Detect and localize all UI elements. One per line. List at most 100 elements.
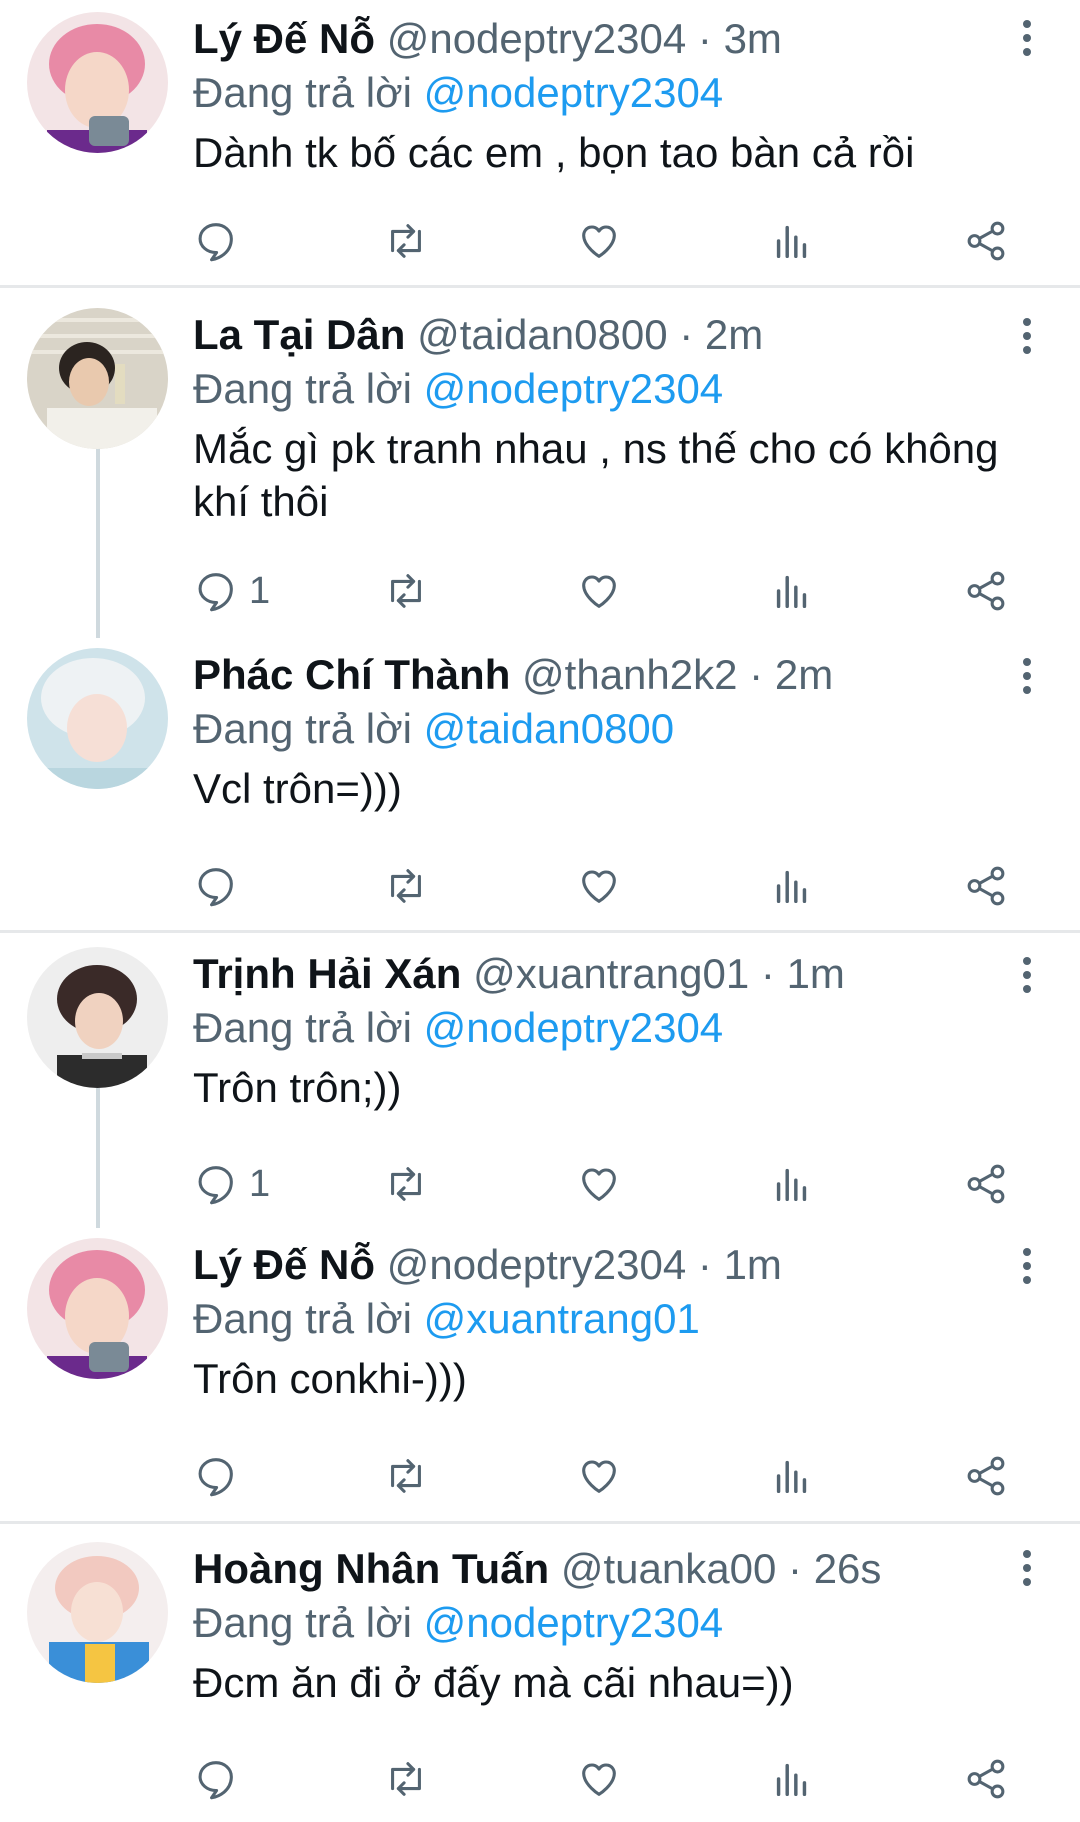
reply-count: 1 bbox=[249, 1162, 271, 1205]
like-button[interactable] bbox=[576, 861, 622, 911]
heart-icon bbox=[582, 1763, 616, 1796]
action-bar: 1 bbox=[193, 566, 1023, 616]
reply-button[interactable] bbox=[193, 1754, 249, 1804]
like-button[interactable] bbox=[576, 1754, 622, 1804]
author-handle[interactable]: @nodeptry2304 bbox=[387, 15, 687, 62]
separator: · bbox=[697, 1241, 712, 1288]
like-button[interactable] bbox=[576, 1159, 622, 1209]
author-name[interactable]: La Tại Dân bbox=[193, 311, 405, 358]
author-handle[interactable]: @xuantrang01 bbox=[473, 950, 749, 997]
reply-mention[interactable]: @xuantrang01 bbox=[424, 1295, 700, 1342]
views-button[interactable] bbox=[769, 566, 815, 616]
action-bar bbox=[193, 216, 1023, 266]
share-button[interactable] bbox=[963, 1159, 1009, 1209]
share-button[interactable] bbox=[963, 1451, 1009, 1501]
retweet-button[interactable] bbox=[383, 566, 429, 616]
reply-mention[interactable]: @nodeptry2304 bbox=[424, 365, 724, 412]
views-button[interactable] bbox=[769, 1451, 815, 1501]
reply-prefix: Đang trả lời bbox=[193, 1295, 412, 1342]
analytics-icon bbox=[776, 1168, 807, 1202]
retweet-icon bbox=[391, 1762, 421, 1796]
reply-button[interactable] bbox=[193, 216, 249, 266]
author-name[interactable]: Trịnh Hải Xán bbox=[193, 950, 461, 997]
retweet-button[interactable] bbox=[383, 1754, 429, 1804]
share-button[interactable] bbox=[963, 216, 1009, 266]
share-button[interactable] bbox=[963, 566, 1009, 616]
reply-button[interactable]: 1 bbox=[193, 1159, 270, 1209]
author-handle[interactable]: @tuanka00 bbox=[561, 1545, 776, 1592]
tweet[interactable]: Hoàng Nhân Tuấn @tuanka00 · 26s Đang trả… bbox=[0, 1524, 1080, 1822]
tweet[interactable]: Trịnh Hải Xán @xuantrang01 · 1m Đang trả… bbox=[0, 933, 1080, 1228]
views-button[interactable] bbox=[769, 861, 815, 911]
action-bar bbox=[193, 861, 1023, 911]
share-icon bbox=[967, 1164, 1005, 1204]
share-button[interactable] bbox=[963, 861, 1009, 911]
reply-button[interactable]: 1 bbox=[193, 566, 270, 616]
tweet[interactable]: Lý Đế Nỗ @nodeptry2304 · 3m Đang trả lời… bbox=[0, 0, 1080, 288]
reply-mention[interactable]: @taidan0800 bbox=[424, 705, 675, 752]
reply-mention[interactable]: @nodeptry2304 bbox=[424, 1599, 724, 1646]
avatar[interactable] bbox=[27, 648, 168, 789]
more-options-icon[interactable] bbox=[1017, 1248, 1037, 1288]
separator: · bbox=[788, 1545, 803, 1592]
retweet-button[interactable] bbox=[383, 861, 429, 911]
tweet-text: Dành tk bố các em , bọn tao bàn cả rồi bbox=[193, 129, 915, 176]
reply-icon bbox=[198, 573, 233, 612]
avatar[interactable] bbox=[27, 308, 168, 449]
author-handle[interactable]: @taidan0800 bbox=[417, 311, 668, 358]
tweet-text: Mắc gì pk tranh nhau , ns thế cho có khô… bbox=[193, 425, 999, 525]
tweet[interactable]: Phác Chí Thành @thanh2k2 · 2m Đang trả l… bbox=[0, 638, 1080, 933]
action-bar: 1 bbox=[193, 1159, 1023, 1209]
action-bar bbox=[193, 1754, 1023, 1804]
analytics-icon bbox=[776, 225, 807, 259]
author-name[interactable]: Phác Chí Thành bbox=[193, 651, 510, 698]
tweet-text: Trôn trôn;)) bbox=[193, 1064, 402, 1111]
share-button[interactable] bbox=[963, 1754, 1009, 1804]
avatar[interactable] bbox=[27, 1238, 168, 1379]
share-icon bbox=[967, 866, 1005, 906]
retweet-button[interactable] bbox=[383, 216, 429, 266]
more-options-icon[interactable] bbox=[1017, 957, 1037, 997]
analytics-icon bbox=[776, 870, 807, 904]
reply-mention[interactable]: @nodeptry2304 bbox=[424, 69, 724, 116]
more-options-icon[interactable] bbox=[1017, 658, 1037, 698]
tweet[interactable]: Lý Đế Nỗ @nodeptry2304 · 1m Đang trả lời… bbox=[0, 1228, 1080, 1524]
reply-mention[interactable]: @nodeptry2304 bbox=[424, 1004, 724, 1051]
reply-prefix: Đang trả lời bbox=[193, 1599, 412, 1646]
retweet-button[interactable] bbox=[383, 1451, 429, 1501]
timestamp: 3m bbox=[723, 15, 782, 62]
author-name[interactable]: Lý Đế Nỗ bbox=[193, 1241, 375, 1288]
more-options-icon[interactable] bbox=[1017, 1550, 1037, 1590]
retweet-button[interactable] bbox=[383, 1159, 429, 1209]
tweet-text: Trôn conkhi-))) bbox=[193, 1355, 467, 1402]
heart-icon bbox=[582, 575, 616, 608]
author-name[interactable]: Hoàng Nhân Tuấn bbox=[193, 1545, 549, 1592]
avatar[interactable] bbox=[27, 1542, 168, 1683]
avatar[interactable] bbox=[27, 947, 168, 1088]
author-name[interactable]: Lý Đế Nỗ bbox=[193, 15, 375, 62]
retweet-icon bbox=[391, 574, 421, 608]
reply-button[interactable] bbox=[193, 861, 249, 911]
like-button[interactable] bbox=[576, 566, 622, 616]
views-button[interactable] bbox=[769, 1754, 815, 1804]
like-button[interactable] bbox=[576, 1451, 622, 1501]
action-bar bbox=[193, 1451, 1023, 1501]
author-handle[interactable]: @thanh2k2 bbox=[522, 651, 737, 698]
views-button[interactable] bbox=[769, 216, 815, 266]
timestamp: 1m bbox=[723, 1241, 782, 1288]
share-icon bbox=[967, 571, 1005, 611]
tweet[interactable]: La Tại Dân @taidan0800 · 2m Đang trả lời… bbox=[0, 288, 1080, 638]
reply-prefix: Đang trả lời bbox=[193, 1004, 412, 1051]
retweet-icon bbox=[391, 224, 421, 258]
separator: · bbox=[697, 15, 712, 62]
avatar[interactable] bbox=[27, 12, 168, 153]
author-handle[interactable]: @nodeptry2304 bbox=[387, 1241, 687, 1288]
views-button[interactable] bbox=[769, 1159, 815, 1209]
reply-button[interactable] bbox=[193, 1451, 249, 1501]
more-options-icon[interactable] bbox=[1017, 318, 1037, 358]
like-button[interactable] bbox=[576, 216, 622, 266]
heart-icon bbox=[582, 1168, 616, 1201]
timestamp: 2m bbox=[704, 311, 764, 358]
reply-icon bbox=[198, 223, 233, 262]
more-options-icon[interactable] bbox=[1017, 20, 1037, 60]
